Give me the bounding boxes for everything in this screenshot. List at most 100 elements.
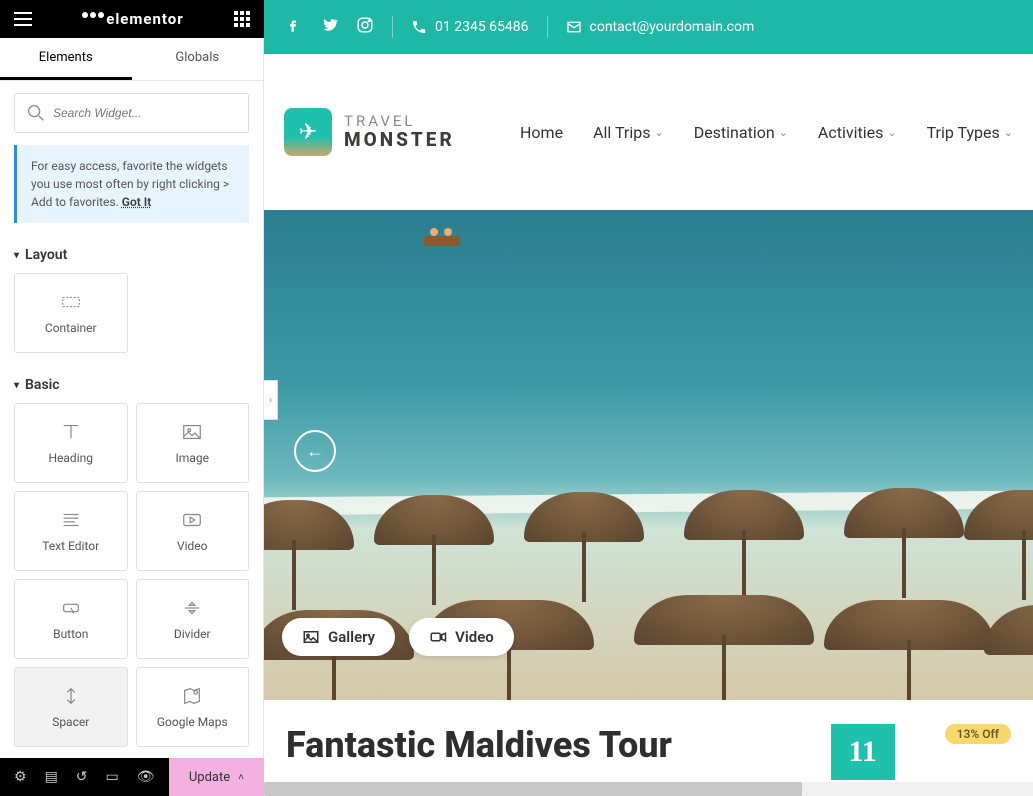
phone-icon [411,19,427,35]
separator [547,16,548,38]
nav-label: All Trips [593,123,650,142]
tab-elements[interactable]: Elements [0,38,132,80]
facebook-icon[interactable] [284,16,302,38]
video-button[interactable]: Video [409,618,514,656]
image-icon [181,421,203,443]
nav-label: Home [520,123,563,142]
widget-image[interactable]: Image [136,403,250,483]
site-top-bar: 01 2345 65486 contact@yourdomain.com [264,0,1033,54]
search-widget-box[interactable] [14,93,249,133]
brand-line2: MONSTER [344,130,455,151]
hero-decor [964,490,1033,550]
widget-button[interactable]: Button [14,579,128,659]
elementor-topbar: elementor [0,0,264,38]
hero-decor [634,595,814,655]
history-icon[interactable]: ↺ [76,769,88,785]
navigator-icon[interactable]: ▤ [45,769,58,785]
chevron-down-icon: ⌄ [887,126,896,139]
hero-decor [264,500,354,560]
tour-title: Fantastic Maldives Tour [286,724,672,766]
nav-destination[interactable]: Destination ⌄ [694,123,788,142]
gallery-button[interactable]: Gallery [282,618,395,656]
tab-globals[interactable]: Globals [132,38,264,80]
elementor-logo: elementor [82,10,184,28]
nav-activities[interactable]: Activities⌄ [818,123,897,142]
widget-google-maps[interactable]: Google Maps [136,667,250,747]
update-label: Update [189,770,230,785]
widget-text-editor[interactable]: Text Editor [14,491,128,571]
separator [392,16,393,38]
hero-prev-button[interactable]: ← [294,430,336,472]
hero-decor [524,492,644,552]
heading-icon [60,421,82,443]
hero-decor [844,488,964,548]
hero-decor [984,605,1033,665]
hero-image: ← Gallery Video [264,210,1033,700]
email-text: contact@yourdomain.com [590,19,755,35]
site-brand[interactable]: ✈ TRAVEL MONSTER [284,108,455,156]
nav-label: Destination [694,123,775,142]
main-nav: Home All Trips ⌄ Destination ⌄ Activities⌄… [520,123,1013,142]
spacer-icon [60,685,82,707]
twitter-icon[interactable] [320,16,338,38]
phone-text: 01 2345 65486 [435,19,529,35]
discount-badge: 13% Off [945,724,1011,744]
preview-icon[interactable]: 👁 [137,769,155,785]
button-icon [60,597,82,619]
horizontal-scrollbar[interactable] [264,782,1033,796]
text-editor-icon [60,509,82,531]
tip-gotit-link[interactable]: Got It [122,195,151,209]
nav-home[interactable]: Home [520,123,563,142]
widget-label: Container [45,321,97,335]
container-icon [60,291,82,313]
chevron-up-icon: ˄ [238,772,244,783]
menu-icon[interactable] [14,12,32,26]
video-icon [429,628,447,646]
nav-label: Trip Types [927,123,1000,142]
elementor-bottombar: ⚙ ▤ ↺ ▭ 👁 Update ˄ [0,758,264,796]
responsive-icon[interactable]: ▭ [106,769,119,785]
widget-divider[interactable]: Divider [136,579,250,659]
hero-decor [824,600,994,660]
widget-video[interactable]: Video [136,491,250,571]
section-layout[interactable]: Layout [0,237,263,273]
instagram-icon[interactable] [356,16,374,38]
email-icon [566,19,582,35]
apps-icon[interactable] [234,11,250,27]
widget-heading[interactable]: Heading [14,403,128,483]
collapse-sidebar-tab[interactable]: ‹ [264,380,278,420]
elementor-logo-text: elementor [106,10,184,28]
settings-icon[interactable]: ⚙ [14,769,27,785]
site-navbar: ✈ TRAVEL MONSTER Home All Trips ⌄ Destina… [264,54,1033,210]
brand-logo-icon: ✈ [284,108,332,156]
phone-contact[interactable]: 01 2345 65486 [411,19,529,35]
widget-label: Video [177,539,208,553]
scrollbar-thumb[interactable] [264,782,802,796]
chevron-down-icon: ⌄ [1004,126,1013,139]
widget-label: Google Maps [157,715,228,729]
section-basic[interactable]: Basic [0,367,263,403]
divider-icon [181,597,203,619]
email-contact[interactable]: contact@yourdomain.com [566,19,755,35]
nav-all-trips[interactable]: All Trips ⌄ [593,123,664,142]
update-button[interactable]: Update ˄ [169,758,264,796]
widget-container[interactable]: Container [14,273,128,353]
brand-text: TRAVEL MONSTER [344,113,455,150]
widget-spacer[interactable]: Spacer [14,667,128,747]
widget-label: Divider [174,627,211,641]
elementor-sidebar: Elements Globals For easy access, favori… [0,38,264,758]
chevron-down-icon: ⌄ [654,126,663,139]
video-icon [181,509,203,531]
search-icon [25,102,47,124]
search-input[interactable] [53,106,238,120]
sidebar-tabs: Elements Globals [0,38,263,81]
days-badge: 11 [831,724,895,780]
hero-decor [424,236,460,246]
nav-trip-types[interactable]: Trip Types ⌄ [927,123,1013,142]
tour-header: Fantastic Maldives Tour 11 13% Off [264,700,1033,780]
hero-decor [374,495,494,555]
hero-decor [684,490,804,550]
widget-label: Text Editor [42,539,99,553]
favorite-tip: For easy access, favorite the widgets yo… [14,145,249,223]
chevron-down-icon: ⌄ [779,126,788,139]
